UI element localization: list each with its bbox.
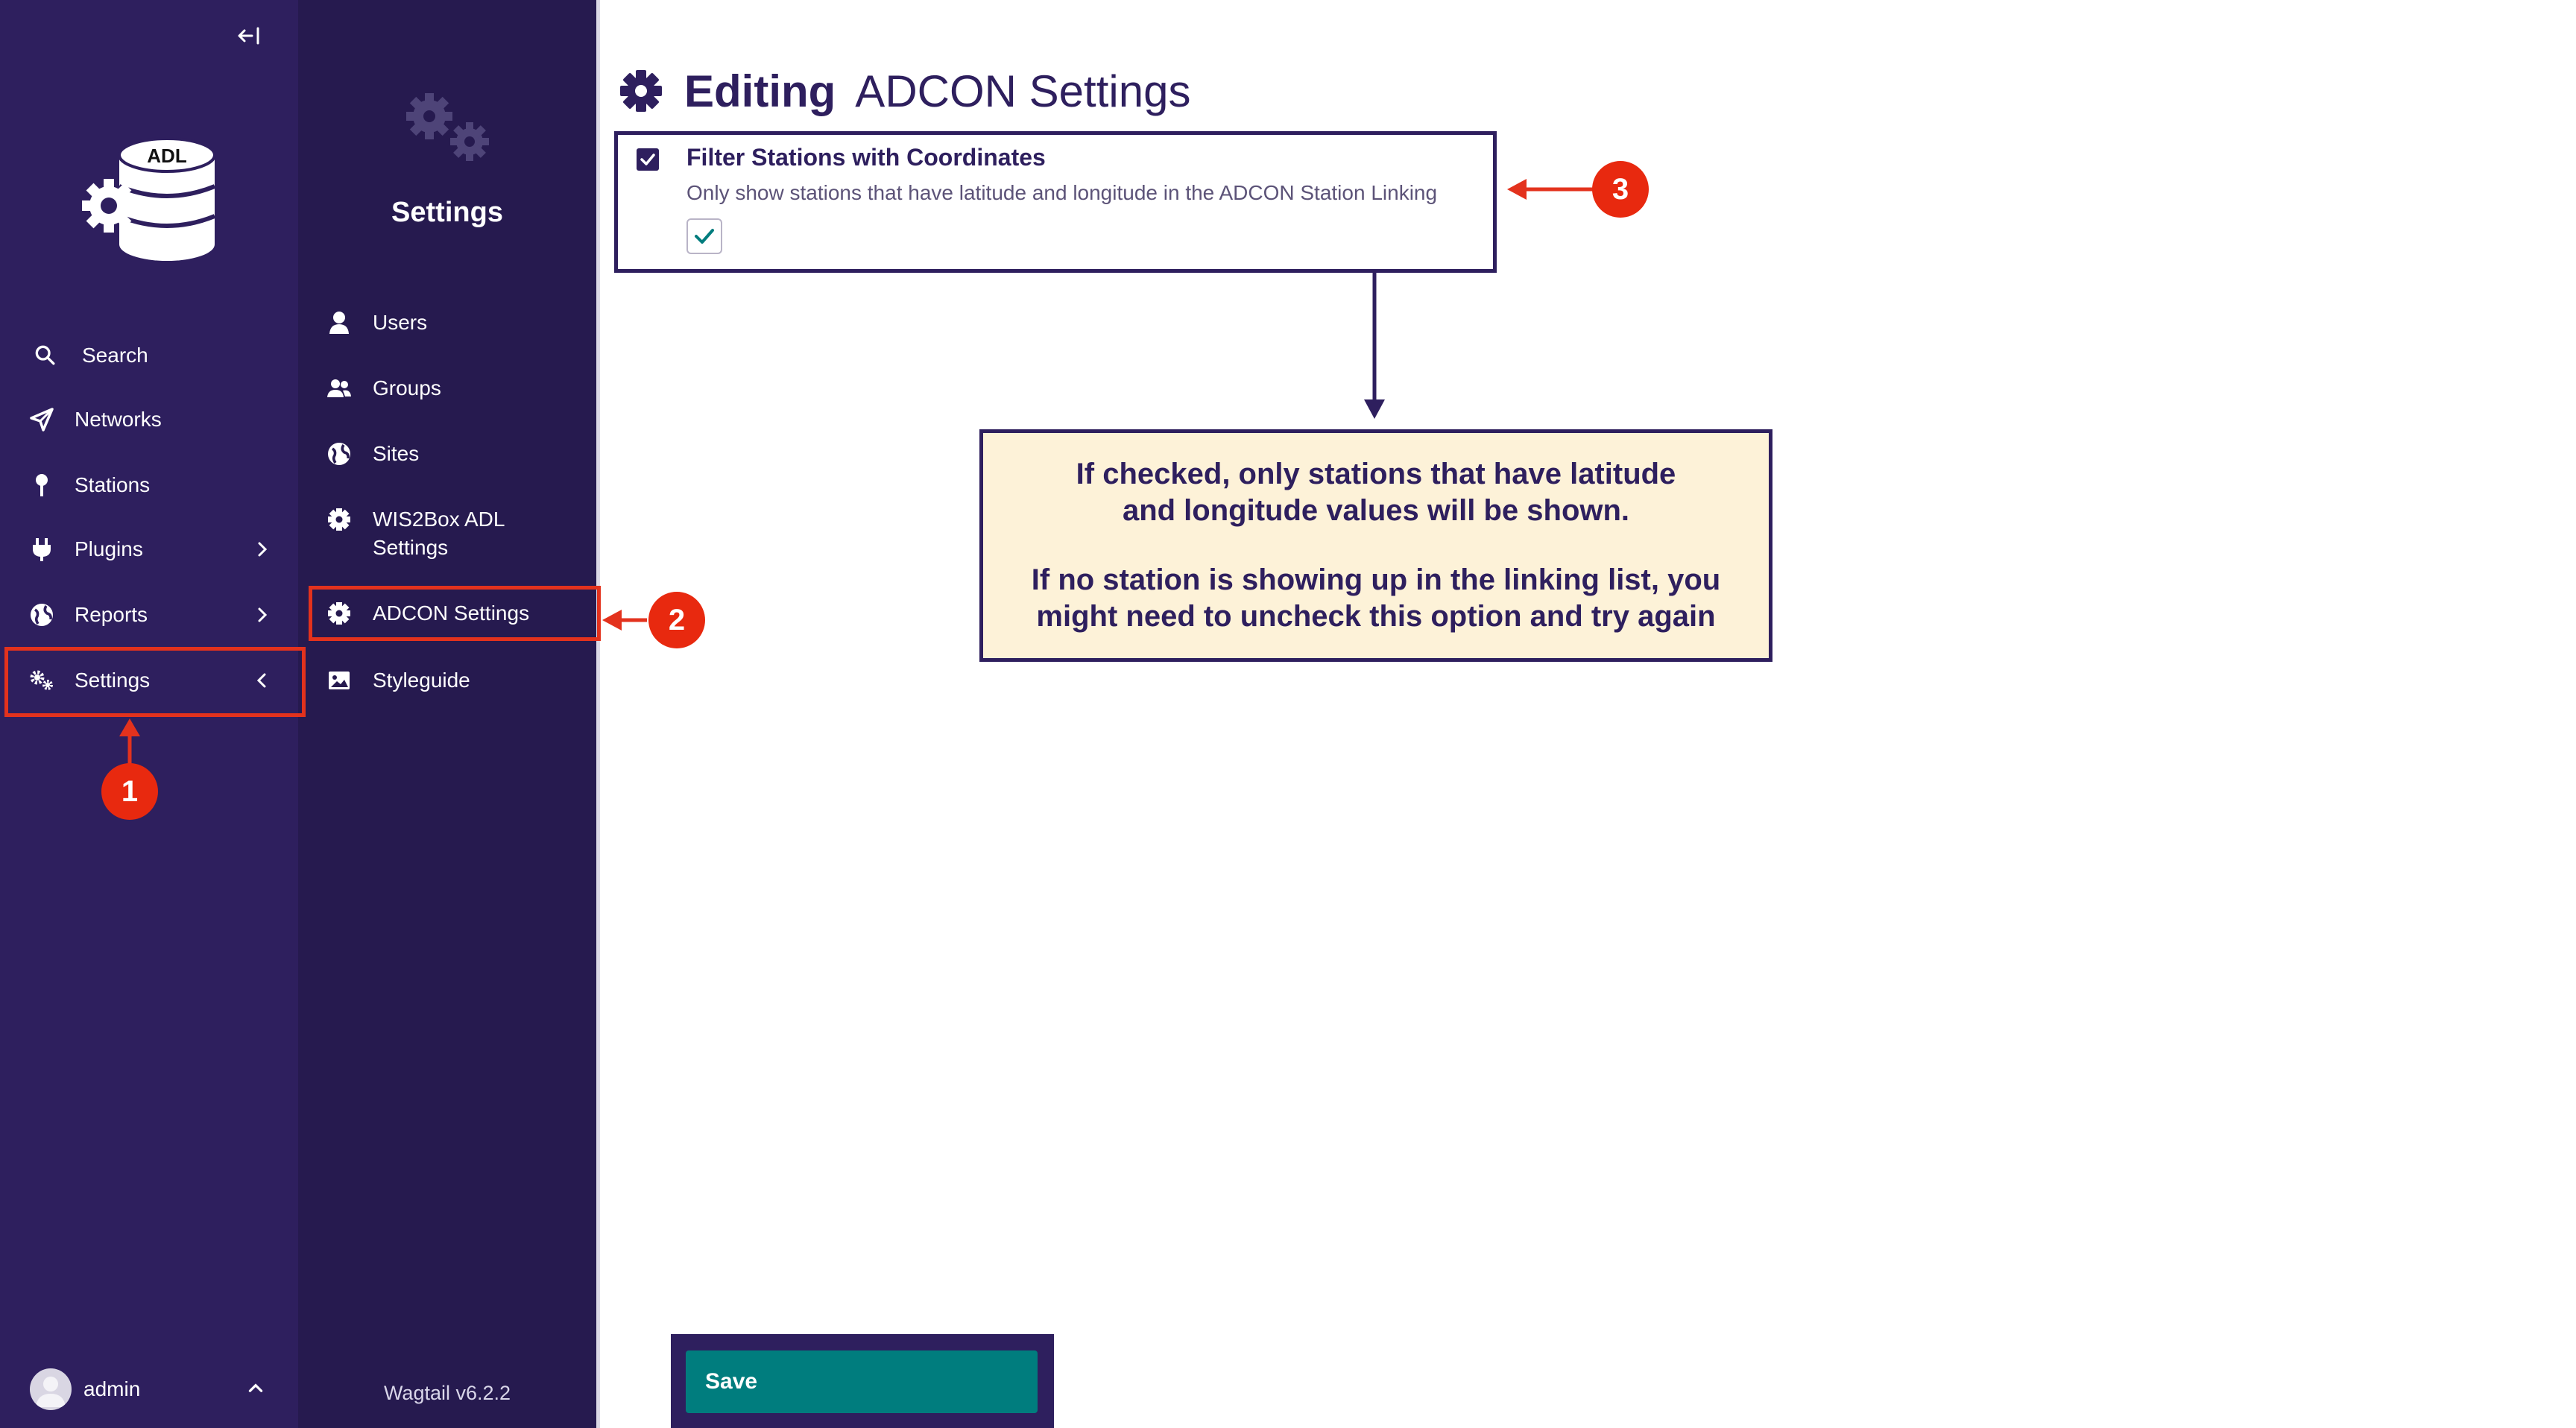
submenu-item-styleguide[interactable]: Styleguide <box>298 666 596 696</box>
page-title-prefix: Editing <box>684 66 836 116</box>
submenu-item-groups[interactable]: Groups <box>298 374 596 404</box>
field-help-text: Only show stations that have latitude an… <box>686 181 1438 204</box>
cogs-icon <box>406 93 489 161</box>
submenu-item-wis2box-adl-settings[interactable]: WIS2Box ADL Settings <box>298 505 596 565</box>
annotation-line: might need to uncheck this option and tr… <box>1036 600 1716 633</box>
sidebar-item-stations[interactable]: Stations <box>0 458 298 513</box>
image-icon <box>329 672 350 689</box>
step-badge-1: 1 <box>101 763 158 820</box>
annotation-line: and longitude values will be shown. <box>1122 494 1630 527</box>
panel-divider <box>596 0 600 1428</box>
step-badge-3: 3 <box>1592 161 1649 218</box>
user-name: admin <box>83 1377 141 1400</box>
page-title-name: ADCON Settings <box>855 66 1191 116</box>
submenu-item-label: WIS2Box ADL Settings <box>373 508 505 559</box>
check-icon <box>640 154 655 165</box>
map-pin-icon <box>36 474 48 496</box>
field-checked-indicator <box>637 148 659 171</box>
sidebar-item-label: Reports <box>75 603 148 626</box>
avatar <box>30 1368 72 1410</box>
sidebar-item-label: Networks <box>75 408 162 431</box>
submenu-item-label: Users <box>373 311 428 334</box>
highlight-adcon-settings <box>309 586 601 641</box>
highlight-settings <box>4 647 306 717</box>
annotation-line: If checked, only stations that have lati… <box>1076 458 1676 490</box>
chevron-right-icon <box>258 607 268 622</box>
collapse-sidebar-icon[interactable] <box>236 22 262 49</box>
sidebar-item-label: Stations <box>75 473 151 496</box>
submenu-item-users[interactable]: Users <box>298 309 596 338</box>
cog-icon <box>328 508 350 531</box>
search-icon <box>35 345 55 365</box>
chevron-right-icon <box>258 542 268 557</box>
submenu-item-label: Sites <box>373 442 420 465</box>
sidebar-item-plugins[interactable]: Plugins <box>0 522 298 577</box>
save-button[interactable]: Save <box>686 1350 1038 1413</box>
paper-plane-icon <box>30 408 54 432</box>
sidebar-item-label: Plugins <box>75 537 143 560</box>
page-title: Editing ADCON Settings <box>619 61 1190 121</box>
chevron-up-icon <box>248 1383 263 1392</box>
adl-logo[interactable]: ADL <box>80 128 224 262</box>
sidebar-item-reports[interactable]: Reports <box>0 587 298 642</box>
step-badge-2: 2 <box>648 592 705 648</box>
sidebar-item-search[interactable]: Search <box>0 328 298 383</box>
settings-submenu: Settings Users Groups Sites WIS2Box ADL … <box>298 0 596 1428</box>
plug-icon <box>33 538 51 561</box>
user-icon <box>329 312 349 334</box>
filter-stations-checkbox[interactable] <box>686 218 722 254</box>
account-menu[interactable]: admin <box>0 1364 298 1413</box>
submenu-item-label: Styleguide <box>373 669 470 692</box>
footer-actions: Save <box>671 1334 1054 1428</box>
submenu-title: Settings <box>391 197 503 228</box>
submenu-item-label: Groups <box>373 376 441 399</box>
annotation-note: If checked, only stations that have lati… <box>979 429 1772 662</box>
globe-icon <box>31 604 53 626</box>
field-label: Filter Stations with Coordinates <box>686 144 1046 171</box>
svg-text:ADL: ADL <box>147 145 187 167</box>
group-icon <box>327 379 351 397</box>
globe-icon <box>328 443 350 465</box>
annotation-line: If no station is showing up in the linki… <box>1031 563 1721 596</box>
check-icon <box>695 229 714 244</box>
filter-stations-field: Filter Stations with Coordinates Only sh… <box>614 131 1497 273</box>
user-avatar-icon <box>36 1377 66 1407</box>
sidebar-item-networks[interactable]: Networks <box>0 392 298 447</box>
sidebar-item-label: Search <box>82 344 148 367</box>
wagtail-version: Wagtail v6.2.2 <box>383 1382 511 1404</box>
cog-icon <box>620 70 662 112</box>
submenu-item-sites[interactable]: Sites <box>298 440 596 470</box>
